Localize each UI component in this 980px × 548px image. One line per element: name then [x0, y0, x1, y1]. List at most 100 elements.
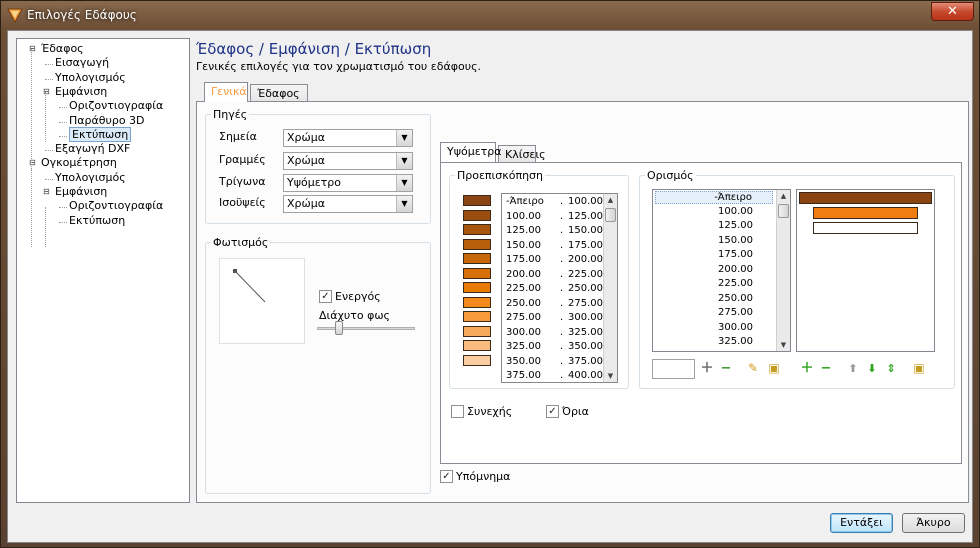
- preview-color-swatch: [463, 296, 491, 308]
- title-bar[interactable]: Επιλογές Εδάφους ✕: [1, 1, 979, 29]
- range-from: -Άπειρο: [506, 196, 544, 207]
- points-source-value: Χρώμα: [287, 131, 325, 144]
- tab-terrain-1[interactable]: Έδαφος 1: [250, 84, 308, 113]
- range-separator: .: [560, 312, 564, 323]
- tree-node-label: Παράθυρο 3D: [69, 113, 145, 127]
- list-item[interactable]: 150.00: [655, 235, 773, 246]
- scroll-up-icon[interactable]: ▲: [604, 194, 617, 206]
- close-button[interactable]: ✕: [931, 2, 974, 21]
- remove-value-icon[interactable]: −: [718, 361, 734, 377]
- remove-color-icon[interactable]: −: [818, 361, 834, 377]
- list-item[interactable]: -Άπειρο: [655, 191, 773, 204]
- scroll-down-icon[interactable]: ▼: [777, 339, 790, 351]
- points-source-select[interactable]: Χρώμα ▼: [283, 129, 413, 147]
- add-value-icon[interactable]: ＋: [699, 361, 715, 377]
- diffuse-light-slider-track[interactable]: [317, 327, 415, 330]
- tree-node[interactable]: Εξαγωγή DXF: [55, 142, 130, 156]
- tree-node[interactable]: Υπολογισμός: [55, 71, 126, 85]
- cancel-button[interactable]: Άκυρο: [902, 513, 965, 533]
- tree-node[interactable]: Έδαφος: [41, 42, 84, 56]
- tree-node[interactable]: Οριζοντιογραφία: [69, 99, 163, 113]
- diffuse-light-slider-thumb[interactable]: [335, 321, 343, 335]
- list-item[interactable]: 100.00: [655, 206, 773, 217]
- definition-color-bar[interactable]: [813, 207, 918, 219]
- list-item[interactable]: 325.00: [655, 336, 773, 347]
- options-tree[interactable]: ⊟ Έδαφος Εισαγωγή Υπολογισμός ⊟ Εμφάνιση Οριζο…: [16, 38, 190, 503]
- definition-scroll-thumb[interactable]: [778, 204, 789, 218]
- tree-connector: [59, 121, 67, 123]
- continuous-checkbox[interactable]: [451, 405, 464, 418]
- definition-scrollbar[interactable]: ▲ ▼: [776, 190, 790, 351]
- list-item[interactable]: 125.00: [655, 220, 773, 231]
- list-item[interactable]: 175.00: [655, 249, 773, 260]
- tab-general[interactable]: Γενικά: [204, 82, 248, 102]
- list-item[interactable]: 250.00: [655, 293, 773, 304]
- tree-expander-icon[interactable]: ⊟: [29, 158, 36, 167]
- triangles-label: Τρίγωνα: [219, 175, 266, 188]
- tree-node[interactable]: Εκτύπωση: [69, 126, 132, 142]
- elevations-tab-panel: Προεπισκόπηση -Άπειρο. 100.00 100.00. 125.0…: [440, 162, 962, 464]
- scroll-down-icon[interactable]: ▼: [604, 370, 617, 382]
- swap-icon[interactable]: ⇕: [883, 361, 899, 377]
- preview-color-swatch: [463, 195, 491, 206]
- tree-node[interactable]: Εισαγωγή: [55, 56, 109, 70]
- range-separator: .: [560, 210, 564, 222]
- tree-node[interactable]: Οριζοντιογραφία: [69, 199, 163, 213]
- load-values-icon[interactable]: ▣: [766, 361, 782, 377]
- preview-scroll-thumb[interactable]: [605, 208, 616, 222]
- add-color-icon[interactable]: ＋: [799, 361, 815, 377]
- range-separator: .: [560, 326, 564, 338]
- range-from: 350.00: [506, 355, 541, 367]
- tab-slopes[interactable]: Κλίσεις: [498, 145, 546, 163]
- contours-source-select[interactable]: Χρώμα ▼: [283, 195, 413, 213]
- move-down-icon[interactable]: ⬇: [864, 361, 880, 377]
- light-direction-preview[interactable]: [219, 258, 305, 344]
- tab-elevations[interactable]: Υψόμετρα: [440, 142, 502, 162]
- preview-color-swatch: [463, 325, 491, 337]
- value-input[interactable]: [652, 359, 695, 379]
- range-to: 400.00: [568, 370, 603, 381]
- continuous-label: Συνεχής: [467, 405, 513, 418]
- range-from: 250.00: [506, 297, 541, 309]
- scroll-up-icon[interactable]: ▲: [777, 190, 790, 202]
- window-title: Επιλογές Εδάφους: [27, 8, 137, 22]
- list-item[interactable]: 200.00: [655, 264, 773, 275]
- tree-expander-icon[interactable]: ⊟: [43, 187, 50, 196]
- tree-connector: [31, 49, 32, 169]
- bounds-checkbox[interactable]: ✓: [546, 405, 559, 418]
- ruler-icon[interactable]: ✎: [745, 361, 761, 377]
- tree-node[interactable]: Ογκομέτρηση: [41, 156, 117, 170]
- list-item[interactable]: 225.00: [655, 278, 773, 289]
- range-separator: .: [560, 370, 564, 381]
- chevron-down-icon: ▼: [396, 175, 412, 191]
- tree-node[interactable]: Παράθυρο 3D: [69, 114, 145, 128]
- range-separator: .: [560, 355, 564, 367]
- tree-node[interactable]: Εκτύπωση: [69, 214, 125, 228]
- legend-label: Υπόμνημα: [456, 470, 511, 483]
- preview-ranges-list[interactable]: -Άπειρο. 100.00 100.00. 125.00 125.00. 150.00…: [501, 193, 618, 383]
- bounds-label: Όρια: [562, 405, 589, 418]
- page-subtitle: Γενικές επιλογές για τον χρωματισμό του …: [196, 60, 482, 73]
- move-up-icon[interactable]: ⬆: [845, 361, 861, 377]
- preview-scrollbar[interactable]: ▲ ▼: [603, 194, 617, 382]
- definition-color-bar[interactable]: [799, 192, 932, 204]
- load-colors-icon[interactable]: ▣: [911, 361, 927, 377]
- legend-checkbox[interactable]: ✓: [440, 470, 453, 483]
- tree-connector: [59, 107, 67, 109]
- ok-button[interactable]: Εντάξει: [830, 513, 893, 533]
- triangles-source-select[interactable]: Υψόμετρο ▼: [283, 174, 413, 192]
- tree-expander-icon[interactable]: ⊟: [43, 87, 50, 96]
- lines-source-select[interactable]: Χρώμα ▼: [283, 152, 413, 170]
- lighting-enabled-checkbox[interactable]: ✓: [319, 290, 332, 303]
- definition-color-bar[interactable]: [813, 222, 918, 234]
- tree-expander-icon[interactable]: ⊟: [29, 44, 36, 53]
- list-item[interactable]: 275.00: [655, 307, 773, 318]
- tree-node[interactable]: Υπολογισμός: [55, 171, 126, 185]
- preview-color-swatch: [463, 253, 491, 264]
- definition-colors-list[interactable]: [796, 189, 935, 352]
- tree-node[interactable]: Εμφάνιση: [55, 85, 107, 99]
- definition-values-list[interactable]: -Άπειρο 100.00 125.00 150.00 175.00 200.00 225…: [652, 189, 791, 352]
- preview-color-swatch: [463, 311, 491, 322]
- tree-node[interactable]: Εμφάνιση: [55, 185, 107, 199]
- list-item[interactable]: 300.00: [655, 322, 773, 333]
